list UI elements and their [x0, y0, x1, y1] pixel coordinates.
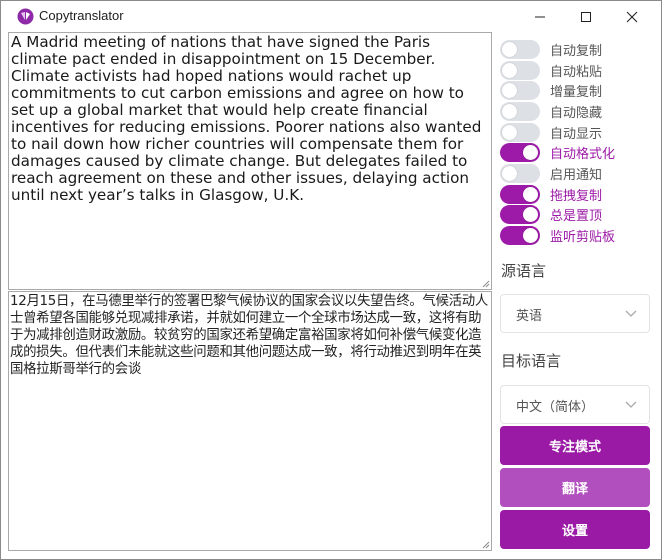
toggle-switch[interactable]: [500, 205, 540, 225]
toggle-label: 自动复制: [550, 43, 603, 59]
toggle-label: 总是置顶: [550, 209, 603, 225]
minimize-button[interactable]: [517, 1, 563, 32]
toggle-label: 增量复制: [550, 85, 603, 101]
window-title: Copytranslator: [39, 8, 124, 23]
toggle-label: 监听剪贴板: [550, 230, 616, 246]
translation-text-area[interactable]: 12月15日，在马德里举行的签署巴黎气候协议的国家会议以失望告终。气候活动人士曾…: [8, 291, 492, 551]
toggle-always-on-top[interactable]: 总是置顶: [500, 205, 615, 226]
source-text: A Madrid meeting of nations that have si…: [11, 33, 487, 204]
maximize-button[interactable]: [563, 1, 609, 32]
toggle-auto-copy[interactable]: 自动复制: [500, 39, 615, 60]
translated-text: 12月15日，在马德里举行的签署巴黎气候协议的国家会议以失望告终。气候活动人士曾…: [10, 294, 488, 377]
target-language-value: 中文（简体）: [516, 400, 595, 415]
source-language-value: 英语: [516, 309, 543, 324]
source-language-label: 源语言: [501, 262, 547, 280]
toggle-incremental-copy[interactable]: 增量复制: [500, 80, 615, 101]
chevron-down-icon: [625, 310, 637, 317]
toggle-auto-format[interactable]: 自动格式化: [500, 142, 615, 163]
settings-button[interactable]: 设置: [500, 510, 650, 549]
toggle-switch[interactable]: [500, 101, 540, 121]
title-bar: Copytranslator: [1, 1, 661, 32]
minimize-icon: [535, 16, 545, 17]
resize-grip-icon[interactable]: [481, 279, 490, 288]
toggle-auto-hide[interactable]: 自动隐藏: [500, 101, 615, 122]
maximize-icon: [581, 11, 591, 22]
toggle-switch[interactable]: [500, 226, 540, 246]
toggle-switch[interactable]: [500, 163, 540, 183]
app-window: Copytranslator A Madrid meeting of natio…: [0, 0, 662, 560]
toggle-switch[interactable]: [500, 39, 540, 59]
focus-mode-button[interactable]: 专注模式: [500, 426, 650, 465]
toggle-label: 自动隐藏: [550, 105, 603, 121]
options-toggle-list: 自动复制 自动粘贴 增量复制 自动隐藏 自动显示 自动格式化 启用通知 拖拽复制…: [500, 39, 615, 246]
app-logo-icon: [17, 8, 34, 25]
toggle-switch[interactable]: [500, 184, 540, 204]
toggle-switch[interactable]: [500, 122, 540, 142]
target-language-select[interactable]: 中文（简体）: [500, 385, 650, 424]
toggle-label: 拖拽复制: [550, 188, 603, 204]
toggle-label: 自动格式化: [550, 147, 616, 163]
toggle-switch[interactable]: [500, 81, 540, 101]
close-icon: [626, 11, 638, 22]
toggle-enable-notify[interactable]: 启用通知: [500, 163, 615, 184]
toggle-drag-copy[interactable]: 拖拽复制: [500, 184, 615, 205]
chevron-down-icon: [625, 401, 637, 408]
close-button[interactable]: [609, 1, 655, 32]
toggle-label: 自动显示: [550, 126, 603, 142]
toggle-label: 自动粘贴: [550, 64, 603, 80]
toggle-switch[interactable]: [500, 60, 540, 80]
resize-grip-icon[interactable]: [481, 540, 490, 549]
toggle-switch[interactable]: [500, 143, 540, 163]
target-language-label: 目标语言: [501, 352, 562, 370]
translate-button[interactable]: 翻译: [500, 468, 650, 507]
source-text-area[interactable]: A Madrid meeting of nations that have si…: [8, 32, 492, 290]
source-language-select[interactable]: 英语: [500, 294, 650, 333]
toggle-auto-paste[interactable]: 自动粘贴: [500, 60, 615, 81]
toggle-listen-clipboard[interactable]: 监听剪贴板: [500, 225, 615, 246]
toggle-label: 启用通知: [550, 167, 603, 183]
toggle-auto-show[interactable]: 自动显示: [500, 122, 615, 143]
